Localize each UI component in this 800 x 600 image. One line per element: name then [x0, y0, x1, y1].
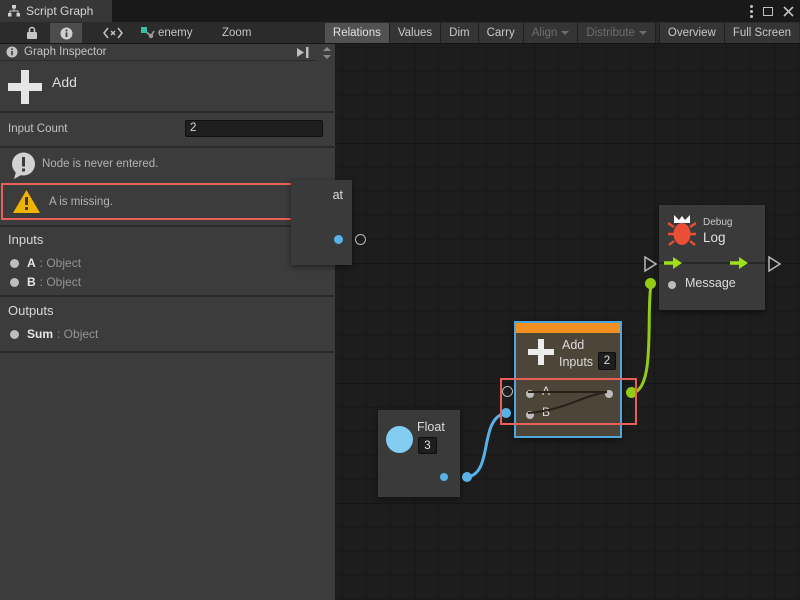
tab-label: Script Graph: [26, 4, 93, 18]
add-icon: [528, 339, 554, 365]
overview-button[interactable]: Overview: [660, 23, 724, 43]
outputs-section-title: Outputs: [8, 303, 54, 318]
distribute-dropdown[interactable]: Distribute: [578, 23, 655, 43]
unity-script-graph-window: Script Graph enemy Zoom 1x Relations Val…: [0, 0, 800, 600]
float-type-icon: [386, 426, 413, 453]
zoom-label: Zoom: [222, 23, 251, 43]
float-output-port[interactable]: [440, 473, 448, 481]
dock-panel-icon[interactable]: [296, 47, 310, 58]
separator: [0, 146, 336, 148]
unit-title: Add: [52, 74, 77, 90]
toolbar-button-group: Relations Values Dim Carry Align Distrib…: [325, 23, 799, 43]
partial-float-node[interactable]: at: [291, 180, 352, 265]
graph-name: enemy: [158, 27, 193, 39]
unconnected-port-indicator: [355, 234, 366, 245]
separator: [0, 111, 336, 113]
warning-highlight-ports: [500, 378, 637, 425]
partial-node-output-port[interactable]: [334, 235, 343, 244]
separator: [0, 351, 336, 353]
lock-icon: [26, 26, 38, 40]
values-button[interactable]: Values: [390, 23, 440, 43]
port-dot: [10, 259, 19, 268]
input-row-a: A: Object: [10, 256, 81, 270]
debug-node-title-1: Debug: [703, 217, 732, 228]
port-dot: [10, 278, 19, 287]
align-dropdown[interactable]: Align: [524, 23, 578, 43]
float-node[interactable]: Float 3: [378, 410, 460, 497]
info-icon: [60, 27, 73, 40]
inspector-toggle-button[interactable]: [50, 23, 82, 43]
add-node-title-1: Add: [562, 338, 584, 352]
warning-message: A is missing.: [49, 196, 113, 208]
lock-button[interactable]: [20, 23, 44, 43]
add-node-title-2: Inputs: [559, 355, 593, 369]
wire-endpoint-float: [462, 472, 472, 482]
bug-icon: [668, 212, 696, 248]
wire-endpoint-debug: [645, 278, 656, 289]
nest-graph-icon: [141, 27, 155, 40]
relations-button[interactable]: Relations: [325, 23, 389, 43]
unconnected-flow-in-indicator: [645, 257, 656, 271]
title-bar: Script Graph: [0, 0, 800, 22]
full-screen-button[interactable]: Full Screen: [725, 23, 799, 43]
add-input-count-badge: 2: [598, 352, 616, 370]
chevron-down-icon: [561, 31, 569, 35]
code-view-button[interactable]: [98, 23, 128, 43]
maximize-icon[interactable]: [763, 7, 773, 16]
warning-box: A is missing.: [1, 183, 333, 220]
script-graph-icon: [8, 5, 20, 17]
flow-input-arrow-icon[interactable]: [664, 257, 682, 269]
toolbar-divider: [656, 23, 659, 43]
separator: [0, 295, 336, 297]
window-menu-icon[interactable]: [750, 5, 753, 18]
info-icon: [6, 46, 18, 58]
input-count-field[interactable]: 2: [185, 120, 323, 137]
warning-triangle-icon: [13, 190, 40, 213]
graph-inspector-panel: Graph Inspector Add Input Count 2 Node i…: [0, 44, 336, 600]
graph-breadcrumb-icon: [140, 23, 156, 43]
unconnected-flow-out-indicator: [769, 257, 780, 271]
wire-sum-to-debug[interactable]: [632, 285, 651, 393]
debug-node-title-2: Log: [703, 230, 726, 245]
input-count-label: Input Count: [8, 123, 67, 135]
float-node-title: Float: [417, 420, 445, 434]
graph-canvas[interactable]: at Float 3 Add Inputs 2 A B: [336, 44, 800, 600]
dim-button[interactable]: Dim: [441, 23, 477, 43]
code-angle-icon: [103, 27, 123, 39]
message-port-label: Message: [685, 276, 736, 290]
port-dot: [10, 330, 19, 339]
message-port[interactable]: [668, 281, 676, 289]
debug-log-node[interactable]: Debug Log Message: [659, 205, 765, 310]
info-bubble-icon: [10, 152, 37, 181]
output-row-sum: Sum: Object: [10, 327, 98, 341]
input-row-b: B: Object: [10, 275, 81, 289]
info-message: Node is never entered.: [42, 158, 158, 170]
inspector-title: Graph Inspector: [24, 46, 106, 58]
panel-scroll-arrows[interactable]: [322, 46, 332, 60]
chevron-down-icon: [639, 31, 647, 35]
graph-breadcrumb[interactable]: enemy: [158, 23, 193, 43]
separator: [0, 225, 336, 227]
float-value-field[interactable]: 3: [418, 437, 437, 454]
flow-output-arrow-icon[interactable]: [730, 257, 748, 269]
partial-node-label: at: [333, 188, 343, 202]
close-icon[interactable]: [783, 6, 794, 17]
inputs-section-title: Inputs: [8, 232, 43, 247]
inspector-header[interactable]: Graph Inspector: [0, 44, 316, 61]
tab-script-graph[interactable]: Script Graph: [0, 0, 112, 22]
carry-button[interactable]: Carry: [479, 23, 523, 43]
add-unit-icon: [8, 70, 42, 104]
add-node-header: [516, 323, 620, 333]
